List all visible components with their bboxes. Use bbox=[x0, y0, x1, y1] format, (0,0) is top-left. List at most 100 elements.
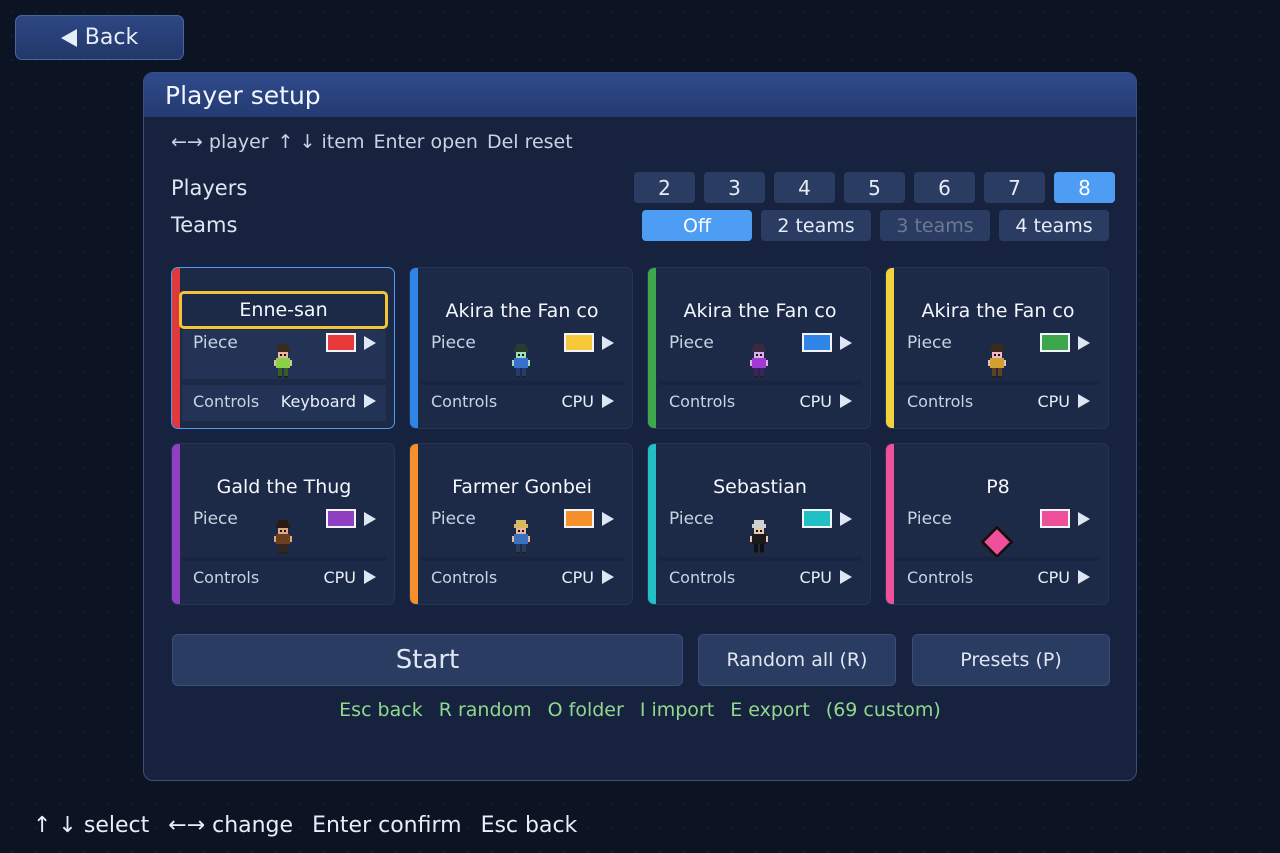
presets-label: Presets (P) bbox=[960, 649, 1062, 671]
piece-label: Piece bbox=[669, 509, 714, 529]
piece-next-arrow-icon[interactable] bbox=[1078, 336, 1090, 350]
teams-label: Teams bbox=[171, 213, 238, 237]
controls-value[interactable]: CPU bbox=[1037, 568, 1070, 587]
controls-next-arrow-icon[interactable] bbox=[602, 394, 614, 408]
teams-option-2[interactable]: 2 teams bbox=[761, 210, 871, 241]
random-all-button[interactable]: Random all (R) bbox=[698, 634, 896, 686]
piece-label: Piece bbox=[431, 333, 476, 353]
piece-color-swatch[interactable] bbox=[802, 333, 832, 352]
player-card-3[interactable]: Akira the Fan co Piece Controls CPU bbox=[647, 267, 871, 429]
controls-label: Controls bbox=[669, 392, 736, 411]
hint-item: ↑ ↓ item bbox=[277, 131, 365, 153]
piece-color-swatch[interactable] bbox=[564, 509, 594, 528]
controls-next-arrow-icon[interactable] bbox=[1078, 570, 1090, 584]
bottom-hint-bar: ↑ ↓ select ←→ change Enter confirm Esc b… bbox=[33, 813, 577, 838]
players-label: Players bbox=[171, 176, 248, 200]
shortcut-item: O folder bbox=[547, 699, 624, 721]
piece-color-swatch[interactable] bbox=[326, 509, 356, 528]
back-button[interactable]: Back bbox=[15, 15, 184, 60]
player-card-7[interactable]: Sebastian Piece Controls CPU bbox=[647, 443, 871, 605]
player-color-stripe bbox=[172, 444, 180, 604]
controls-value[interactable]: CPU bbox=[1037, 392, 1070, 411]
player-card-6[interactable]: Farmer Gonbei Piece Controls CPU bbox=[409, 443, 633, 605]
controls-label: Controls bbox=[907, 568, 974, 587]
character-sprite-icon bbox=[750, 344, 768, 378]
controls-next-arrow-icon[interactable] bbox=[840, 394, 852, 408]
controls-next-arrow-icon[interactable] bbox=[840, 570, 852, 584]
piece-next-arrow-icon[interactable] bbox=[1078, 512, 1090, 526]
player-card-5[interactable]: Gald the Thug Piece Controls CPU bbox=[171, 443, 395, 605]
controls-value[interactable]: CPU bbox=[799, 392, 832, 411]
controls-label: Controls bbox=[669, 568, 736, 587]
diamond-piece-icon bbox=[980, 525, 1014, 559]
player-name[interactable]: Enne-san bbox=[179, 291, 388, 329]
players-option-5[interactable]: 5 bbox=[844, 172, 905, 203]
card-divider bbox=[420, 557, 624, 561]
player-name[interactable]: Akira the Fan co bbox=[658, 293, 862, 328]
hint-item: Esc back bbox=[480, 813, 578, 838]
player-name[interactable]: P8 bbox=[896, 469, 1100, 504]
card-divider bbox=[896, 381, 1100, 385]
controls-value[interactable]: CPU bbox=[799, 568, 832, 587]
player-card-1[interactable]: Enne-san Piece Controls Keyboard bbox=[171, 267, 395, 429]
shortcut-item: Esc back bbox=[339, 699, 423, 721]
controls-value[interactable]: CPU bbox=[561, 392, 594, 411]
start-button[interactable]: Start bbox=[172, 634, 683, 686]
piece-next-arrow-icon[interactable] bbox=[364, 512, 376, 526]
controls-value[interactable]: CPU bbox=[561, 568, 594, 587]
piece-next-arrow-icon[interactable] bbox=[840, 336, 852, 350]
piece-next-arrow-icon[interactable] bbox=[364, 336, 376, 350]
hint-item: Del reset bbox=[486, 131, 573, 153]
hint-item: ↑ ↓ select bbox=[33, 813, 150, 838]
character-sprite-icon bbox=[512, 520, 530, 554]
card-divider bbox=[658, 557, 862, 561]
player-name[interactable]: Farmer Gonbei bbox=[420, 469, 624, 504]
player-color-stripe bbox=[648, 268, 656, 428]
shortcut-hint: Esc back R random O folder I import E ex… bbox=[144, 699, 1136, 721]
players-option-2[interactable]: 2 bbox=[634, 172, 695, 203]
players-option-8[interactable]: 8 bbox=[1054, 172, 1115, 203]
player-card-8[interactable]: P8 Piece Controls CPU bbox=[885, 443, 1109, 605]
controls-label: Controls bbox=[193, 568, 260, 587]
player-setup-panel: Player setup ←→ player ↑ ↓ item Enter op… bbox=[143, 72, 1137, 781]
piece-next-arrow-icon[interactable] bbox=[602, 336, 614, 350]
players-option-3[interactable]: 3 bbox=[704, 172, 765, 203]
piece-color-swatch[interactable] bbox=[326, 333, 356, 352]
presets-button[interactable]: Presets (P) bbox=[912, 634, 1110, 686]
piece-label: Piece bbox=[431, 509, 476, 529]
teams-option-4[interactable]: 4 teams bbox=[999, 210, 1109, 241]
controls-next-arrow-icon[interactable] bbox=[364, 570, 376, 584]
teams-option-off[interactable]: Off bbox=[642, 210, 752, 241]
character-sprite-icon bbox=[512, 344, 530, 378]
piece-next-arrow-icon[interactable] bbox=[602, 512, 614, 526]
players-option-7[interactable]: 7 bbox=[984, 172, 1045, 203]
character-sprite-icon bbox=[274, 344, 292, 378]
players-option-4[interactable]: 4 bbox=[774, 172, 835, 203]
piece-color-swatch[interactable] bbox=[802, 509, 832, 528]
player-card-2[interactable]: Akira the Fan co Piece Controls CPU bbox=[409, 267, 633, 429]
piece-label: Piece bbox=[193, 333, 238, 353]
players-option-6[interactable]: 6 bbox=[914, 172, 975, 203]
controls-next-arrow-icon[interactable] bbox=[602, 570, 614, 584]
card-divider bbox=[182, 557, 386, 561]
hint-item: ←→ player bbox=[171, 131, 269, 153]
controls-next-arrow-icon[interactable] bbox=[1078, 394, 1090, 408]
piece-color-swatch[interactable] bbox=[1040, 509, 1070, 528]
controls-value[interactable]: CPU bbox=[323, 568, 356, 587]
teams-option-3: 3 teams bbox=[880, 210, 990, 241]
controls-value[interactable]: Keyboard bbox=[281, 392, 356, 411]
piece-color-swatch[interactable] bbox=[564, 333, 594, 352]
player-name[interactable]: Akira the Fan co bbox=[420, 293, 624, 328]
piece-next-arrow-icon[interactable] bbox=[840, 512, 852, 526]
custom-count: (69 custom) bbox=[825, 699, 941, 721]
player-name[interactable]: Gald the Thug bbox=[182, 469, 386, 504]
card-divider bbox=[896, 557, 1100, 561]
piece-color-swatch[interactable] bbox=[1040, 333, 1070, 352]
player-name[interactable]: Sebastian bbox=[658, 469, 862, 504]
player-color-stripe bbox=[886, 444, 894, 604]
player-card-4[interactable]: Akira the Fan co Piece Controls CPU bbox=[885, 267, 1109, 429]
controls-next-arrow-icon[interactable] bbox=[364, 394, 376, 408]
back-arrow-icon bbox=[60, 28, 77, 47]
player-name[interactable]: Akira the Fan co bbox=[896, 293, 1100, 328]
random-all-label: Random all (R) bbox=[726, 649, 868, 671]
